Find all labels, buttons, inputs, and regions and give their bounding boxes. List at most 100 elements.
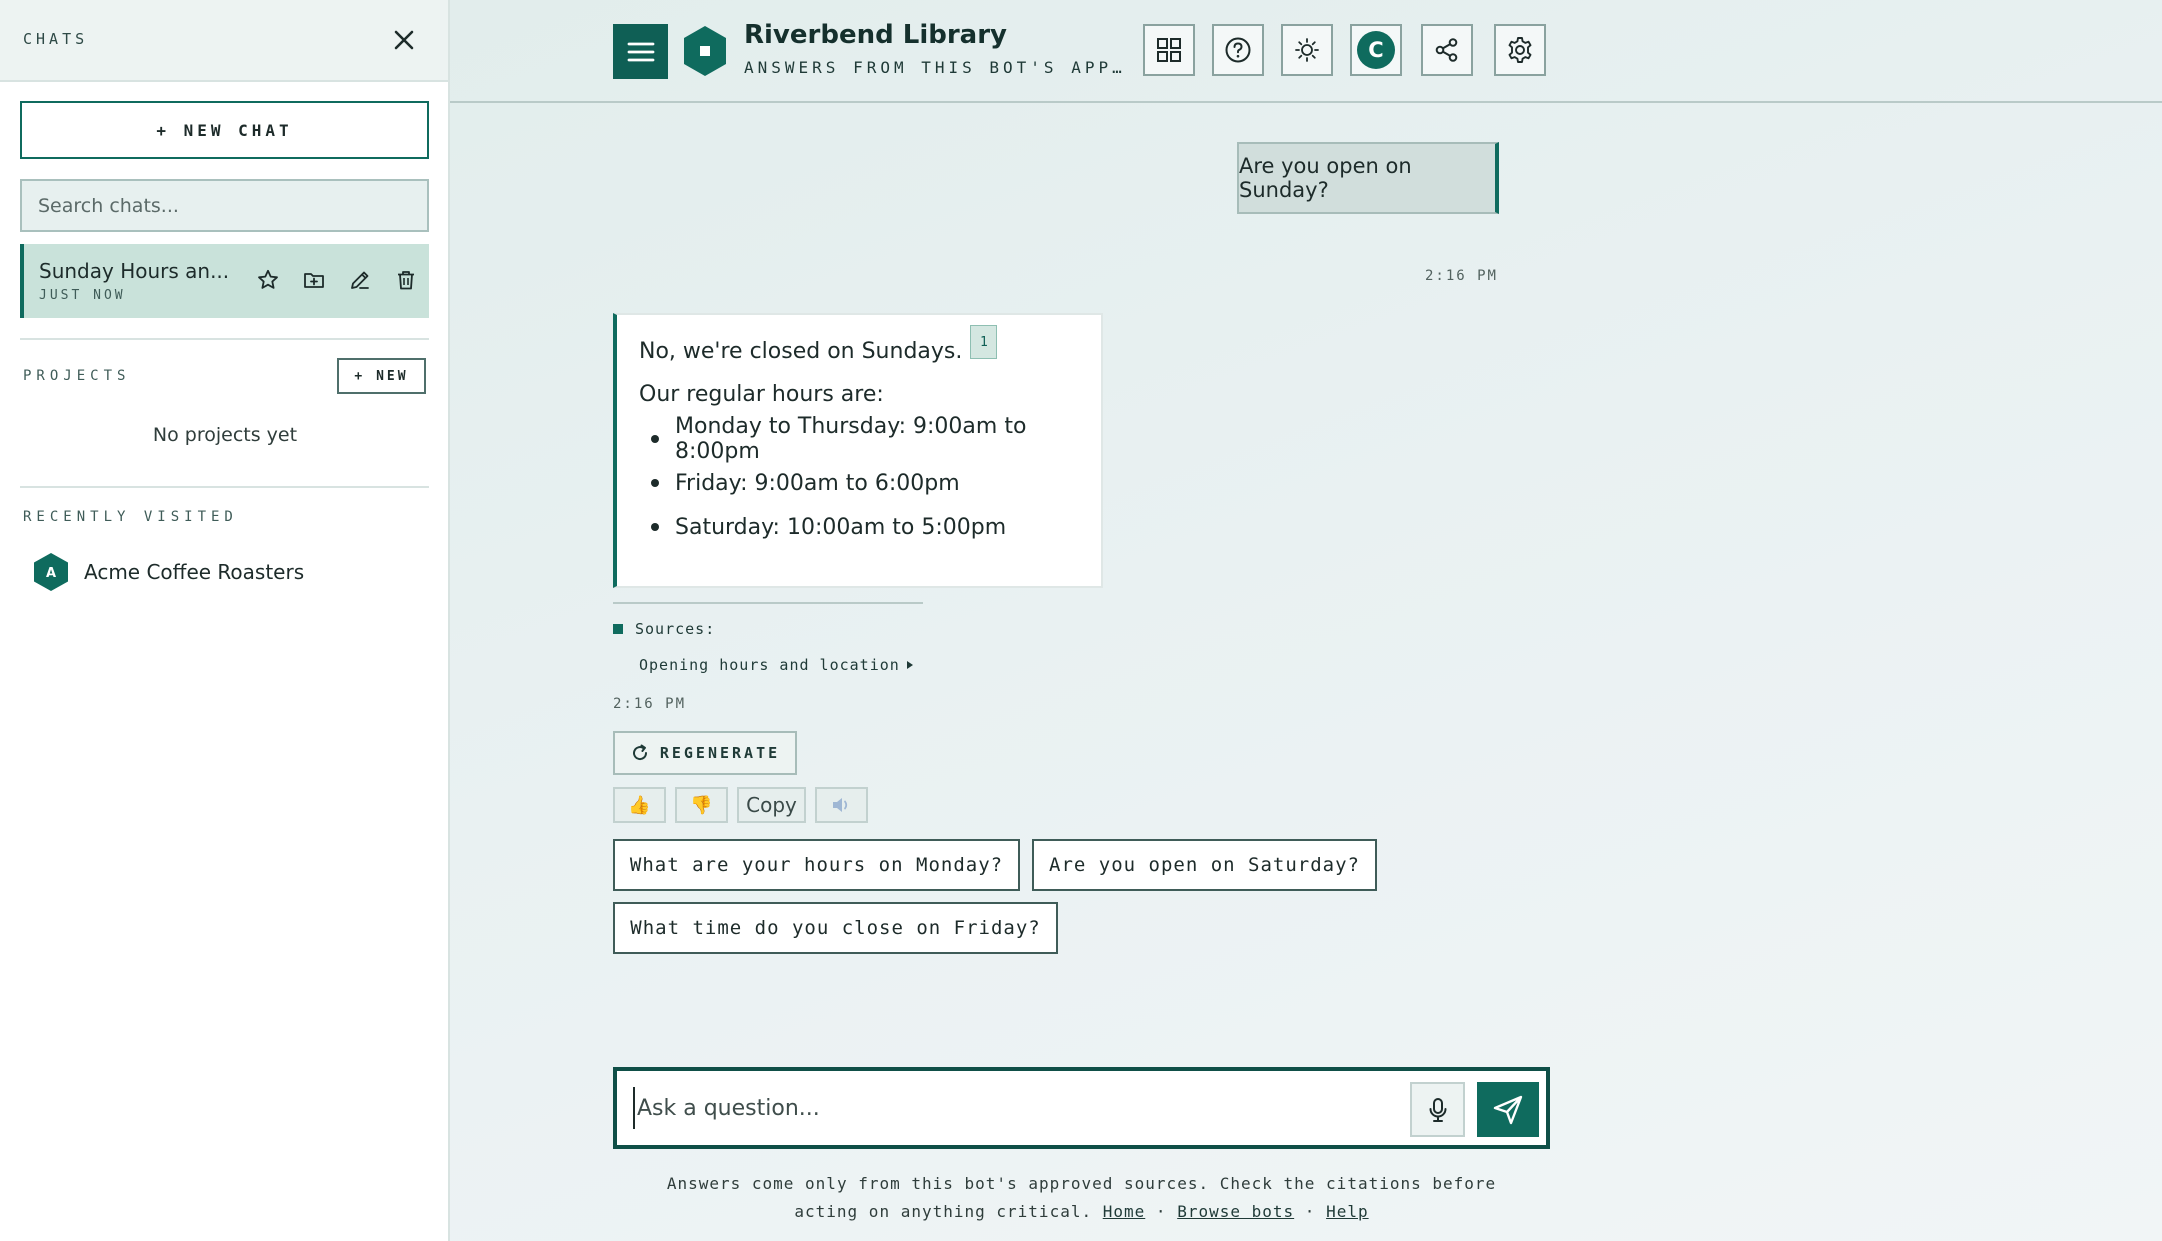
user-message-bubble: Are you open on Sunday? bbox=[1237, 142, 1499, 214]
top-bar: Riverbend Library ANSWERS FROM THIS BOT'… bbox=[450, 0, 2162, 103]
account-button[interactable]: C bbox=[1350, 24, 1402, 76]
bullet bbox=[651, 523, 659, 531]
projects-label: PROJECTS bbox=[23, 368, 131, 384]
bot-name: Riverbend Library bbox=[744, 20, 1007, 50]
read-aloud-button[interactable] bbox=[815, 787, 868, 823]
list-item-text: Monday to Thursday: 9:00am to 8:00pm bbox=[675, 414, 1027, 464]
chat-item-title: Sunday Hours an... bbox=[39, 259, 230, 283]
sidebar-divider bbox=[20, 486, 429, 488]
menu-button[interactable] bbox=[613, 24, 668, 79]
trash-icon bbox=[398, 271, 414, 290]
move-to-project-button[interactable] bbox=[300, 266, 328, 294]
bullet bbox=[651, 435, 659, 443]
suggested-question-button[interactable]: Are you open on Saturday? bbox=[1032, 839, 1377, 891]
send-icon bbox=[1493, 1095, 1523, 1124]
source-link[interactable]: Opening hours and location bbox=[639, 656, 914, 674]
copy-label: Copy bbox=[746, 793, 797, 817]
composer bbox=[613, 1067, 1550, 1149]
recent-bot-name: Acme Coffee Roasters bbox=[84, 560, 305, 584]
delete-chat-button[interactable] bbox=[392, 266, 420, 294]
help-button[interactable] bbox=[1212, 24, 1264, 76]
chat-list-item[interactable]: Sunday Hours an... JUST NOW bbox=[20, 244, 429, 318]
search-chats-input[interactable] bbox=[20, 179, 429, 232]
settings-button[interactable] bbox=[1494, 24, 1546, 76]
star-icon bbox=[258, 269, 278, 289]
regenerate-label: REGENERATE bbox=[659, 744, 781, 762]
theme-toggle-button[interactable] bbox=[1281, 24, 1333, 76]
send-button[interactable] bbox=[1477, 1082, 1539, 1137]
new-chat-button[interactable]: + NEW CHAT bbox=[20, 101, 429, 159]
bot-avatar-hexagon: A bbox=[34, 553, 68, 591]
recent-bot-item[interactable]: A Acme Coffee Roasters bbox=[32, 552, 304, 592]
sources-square-icon bbox=[613, 624, 623, 634]
sidebar-divider bbox=[20, 338, 429, 340]
close-icon bbox=[394, 30, 414, 50]
bot-answer-line: No, we're closed on Sundays. 1 bbox=[639, 325, 1079, 364]
question-input[interactable] bbox=[633, 1087, 1383, 1129]
sources-label-text: Sources: bbox=[635, 620, 716, 638]
hamburger-icon bbox=[627, 42, 654, 61]
folder-plus-icon bbox=[304, 273, 324, 288]
chat-item-time: JUST NOW bbox=[39, 288, 126, 303]
recent-bot-initial: A bbox=[46, 566, 56, 581]
chat-main: Riverbend Library ANSWERS FROM THIS BOT'… bbox=[450, 0, 2162, 1241]
bot-subtitle: ANSWERS FROM THIS BOT'S APPROVED SOURCES bbox=[744, 58, 1124, 77]
user-message-text: Are you open on Sunday? bbox=[1239, 154, 1412, 202]
thumbs-up-button[interactable]: 👍 bbox=[613, 787, 666, 823]
footer-link-home[interactable]: Home bbox=[1103, 1202, 1146, 1221]
share-icon bbox=[1435, 38, 1458, 62]
chat-item-actions bbox=[254, 266, 420, 294]
sources-label: Sources: bbox=[613, 620, 715, 638]
grid-icon bbox=[1157, 38, 1181, 62]
list-item: Monday to Thursday: 9:00am to 8:00pm bbox=[639, 414, 1079, 464]
sidebar-title: CHATS bbox=[23, 30, 89, 48]
microphone-icon bbox=[1429, 1097, 1446, 1122]
footer-line-2-text: acting on anything critical. bbox=[794, 1202, 1093, 1221]
regenerate-button[interactable]: REGENERATE bbox=[613, 731, 797, 775]
thumbs-down-icon: 👎 bbox=[690, 794, 713, 816]
recently-visited-label: RECENTLY VISITED bbox=[23, 509, 238, 525]
sidebar: CHATS + NEW CHAT Sunday Hours an... JUST… bbox=[0, 0, 450, 1241]
list-item-text: Saturday: 10:00am to 5:00pm bbox=[675, 514, 1007, 540]
no-projects-text: No projects yet bbox=[152, 424, 298, 446]
new-project-button[interactable]: + NEW bbox=[337, 358, 426, 394]
bot-message-time: 2:16 PM bbox=[613, 696, 687, 712]
bot-answer-text: No, we're closed on Sundays. bbox=[639, 339, 963, 364]
close-sidebar-button[interactable] bbox=[386, 22, 422, 58]
citation-badge[interactable]: 1 bbox=[970, 325, 998, 359]
footer-line-2: acting on anything critical. Home · Brow… bbox=[613, 1198, 1550, 1226]
sources-divider bbox=[613, 602, 923, 604]
caret-right-icon bbox=[906, 661, 913, 669]
rename-chat-button[interactable] bbox=[346, 266, 374, 294]
feedback-row: 👍 👎 Copy bbox=[613, 787, 868, 823]
apps-grid-button[interactable] bbox=[1143, 24, 1195, 76]
thumbs-down-button[interactable]: 👎 bbox=[675, 787, 728, 823]
footer-separator: · bbox=[1304, 1202, 1316, 1221]
app-root: CHATS + NEW CHAT Sunday Hours an... JUST… bbox=[0, 0, 2162, 1241]
speaker-icon bbox=[832, 798, 847, 812]
favorite-chat-button[interactable] bbox=[254, 266, 282, 294]
share-button[interactable] bbox=[1421, 24, 1473, 76]
bot-hours-intro: Our regular hours are: bbox=[639, 382, 884, 407]
source-link-text: Opening hours and location bbox=[639, 656, 900, 674]
suggested-question-button[interactable]: What time do you close on Friday? bbox=[613, 902, 1058, 954]
hours-list: Monday to Thursday: 9:00am to 8:00pm Fri… bbox=[639, 414, 1079, 549]
suggested-question-button[interactable]: What are your hours on Monday? bbox=[613, 839, 1020, 891]
bot-message-bubble: No, we're closed on Sundays. 1 Our regul… bbox=[613, 313, 1103, 588]
bullet bbox=[651, 479, 659, 487]
help-circle-icon bbox=[1225, 37, 1251, 63]
footer-line-1: Answers come only from this bot's approv… bbox=[666, 1174, 1497, 1193]
copy-button[interactable]: Copy bbox=[737, 787, 806, 823]
user-message-time: 2:16 PM bbox=[1424, 268, 1498, 284]
sun-icon bbox=[1295, 38, 1319, 62]
footer-link-browse-bots[interactable]: Browse bots bbox=[1177, 1202, 1294, 1221]
list-item-text: Friday: 9:00am to 6:00pm bbox=[675, 470, 960, 496]
gear-icon bbox=[1508, 37, 1532, 63]
thumbs-up-icon: 👍 bbox=[628, 794, 651, 816]
footer-link-help[interactable]: Help bbox=[1326, 1202, 1369, 1221]
footer-separator: · bbox=[1155, 1202, 1167, 1221]
refresh-icon bbox=[632, 744, 647, 761]
bot-logo-hexagon bbox=[684, 26, 726, 76]
voice-input-button[interactable] bbox=[1410, 1082, 1465, 1137]
list-item: Saturday: 10:00am to 5:00pm bbox=[639, 505, 1079, 549]
